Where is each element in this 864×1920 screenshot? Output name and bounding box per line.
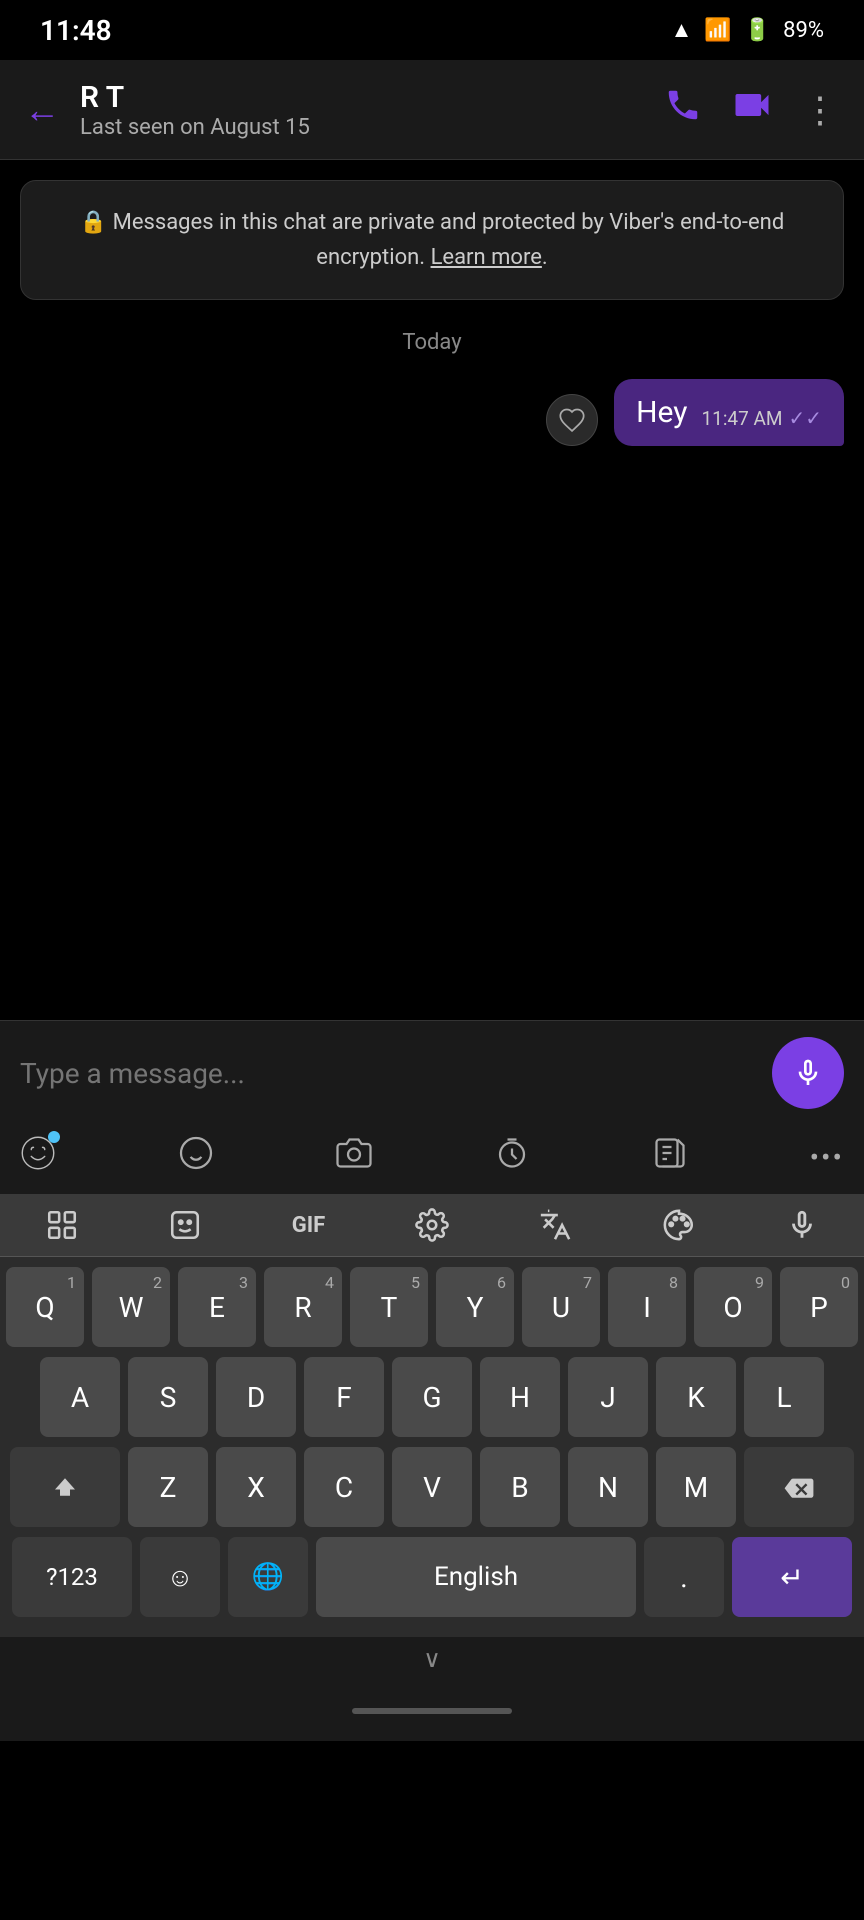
key-s[interactable]: S [128, 1357, 208, 1437]
period-key[interactable]: . [644, 1537, 724, 1617]
date-divider: Today [20, 330, 844, 355]
key-l[interactable]: L [744, 1357, 824, 1437]
key-g[interactable]: G [392, 1357, 472, 1437]
keyboard-row-2: A S D F G H J K L [6, 1357, 858, 1437]
kb-translate-icon[interactable] [538, 1208, 572, 1242]
spacebar-key[interactable]: English [316, 1537, 636, 1617]
emoji-sticker-button[interactable] [20, 1135, 56, 1180]
num123-key[interactable]: ?123 [12, 1537, 132, 1617]
key-n[interactable]: N [568, 1447, 648, 1527]
key-i[interactable]: I8 [608, 1267, 686, 1347]
emoji-keyboard-key[interactable]: ☺ [140, 1537, 220, 1617]
kb-palette-icon[interactable] [662, 1208, 696, 1242]
key-j[interactable]: J [568, 1357, 648, 1437]
back-button[interactable]: ← [24, 89, 60, 131]
lock-icon: 🔒 [80, 210, 107, 235]
collapse-keyboard-button[interactable]: ∨ [0, 1637, 864, 1681]
contact-status: Last seen on August 15 [80, 115, 664, 140]
key-k[interactable]: K [656, 1357, 736, 1437]
wifi-icon: ▲ [671, 17, 693, 43]
enter-key[interactable]: ↵ [732, 1537, 852, 1617]
key-v[interactable]: V [392, 1447, 472, 1527]
more-options-button[interactable]: ⋮ [802, 89, 840, 131]
key-r[interactable]: R4 [264, 1267, 342, 1347]
emoji-dot-indicator [48, 1131, 60, 1143]
kb-settings-icon[interactable] [415, 1208, 449, 1242]
message-text: Hey [636, 395, 687, 430]
kb-grid-icon[interactable] [45, 1208, 79, 1242]
chat-area: 🔒 Messages in this chat are private and … [0, 160, 864, 1020]
kb-gif-button[interactable]: GIF [292, 1213, 326, 1238]
learn-more-link[interactable]: Learn more [431, 245, 542, 270]
input-area [0, 1020, 864, 1125]
key-o[interactable]: O9 [694, 1267, 772, 1347]
status-time: 11:48 [40, 14, 112, 47]
key-e[interactable]: E3 [178, 1267, 256, 1347]
message-input[interactable] [20, 1057, 756, 1090]
signal-icon: 📶 [704, 18, 731, 43]
sticker-button[interactable] [178, 1135, 214, 1180]
input-toolbar: ••• [0, 1125, 864, 1194]
globe-key[interactable]: 🌐 [228, 1537, 308, 1617]
key-x[interactable]: X [216, 1447, 296, 1527]
keyboard-rows: Q1 W2 E3 R4 T5 Y6 U7 I8 O9 P0 A S D F G … [0, 1257, 864, 1637]
keyboard-row-1: Q1 W2 E3 R4 T5 Y6 U7 I8 O9 P0 [6, 1267, 858, 1347]
bottom-bar [0, 1681, 864, 1741]
battery-icon: 🔋 [744, 18, 771, 43]
mic-button[interactable] [772, 1037, 844, 1109]
call-button[interactable] [664, 86, 702, 133]
key-p[interactable]: P0 [780, 1267, 858, 1347]
message-bubble: Hey 11:47 AM ✓✓ [614, 379, 844, 446]
reaction-button[interactable] [546, 394, 598, 446]
timer-button[interactable] [494, 1135, 530, 1180]
kb-face-icon[interactable] [168, 1208, 202, 1242]
note-button[interactable] [652, 1135, 688, 1180]
key-h[interactable]: H [480, 1357, 560, 1437]
home-indicator [352, 1708, 512, 1714]
keyboard: GIF [0, 1194, 864, 1637]
key-w[interactable]: W2 [92, 1267, 170, 1347]
message-row: Hey 11:47 AM ✓✓ [20, 379, 844, 446]
key-y[interactable]: Y6 [436, 1267, 514, 1347]
key-u[interactable]: U7 [522, 1267, 600, 1347]
key-q[interactable]: Q1 [6, 1267, 84, 1347]
key-m[interactable]: M [656, 1447, 736, 1527]
video-call-button[interactable] [730, 83, 774, 136]
contact-name: R T [80, 80, 664, 115]
key-b[interactable]: B [480, 1447, 560, 1527]
kb-mic-icon[interactable] [785, 1208, 819, 1242]
chat-header: ← R T Last seen on August 15 ⋮ [0, 60, 864, 160]
backspace-key[interactable] [744, 1447, 854, 1527]
message-time: 11:47 AM [701, 407, 782, 430]
key-z[interactable]: Z [128, 1447, 208, 1527]
key-a[interactable]: A [40, 1357, 120, 1437]
camera-button[interactable] [336, 1135, 372, 1180]
message-delivered-icon: ✓✓ [788, 406, 822, 430]
key-t[interactable]: T5 [350, 1267, 428, 1347]
status-icons: ▲ 📶 🔋 89% [671, 17, 824, 43]
encryption-notice: 🔒 Messages in this chat are private and … [20, 180, 844, 300]
status-bar: 11:48 ▲ 📶 🔋 89% [0, 0, 864, 60]
message-meta: 11:47 AM ✓✓ [701, 406, 822, 430]
keyboard-row-4: ?123 ☺ 🌐 English . ↵ [6, 1537, 858, 1617]
key-c[interactable]: C [304, 1447, 384, 1527]
keyboard-row-3: Z X C V B N M [6, 1447, 858, 1527]
header-actions: ⋮ [664, 83, 840, 136]
key-d[interactable]: D [216, 1357, 296, 1437]
key-f[interactable]: F [304, 1357, 384, 1437]
more-toolbar-button[interactable]: ••• [810, 1141, 844, 1174]
shift-key[interactable] [10, 1447, 120, 1527]
keyboard-toolbar: GIF [0, 1194, 864, 1257]
battery-percent: 89% [783, 18, 824, 43]
contact-info: R T Last seen on August 15 [80, 80, 664, 140]
